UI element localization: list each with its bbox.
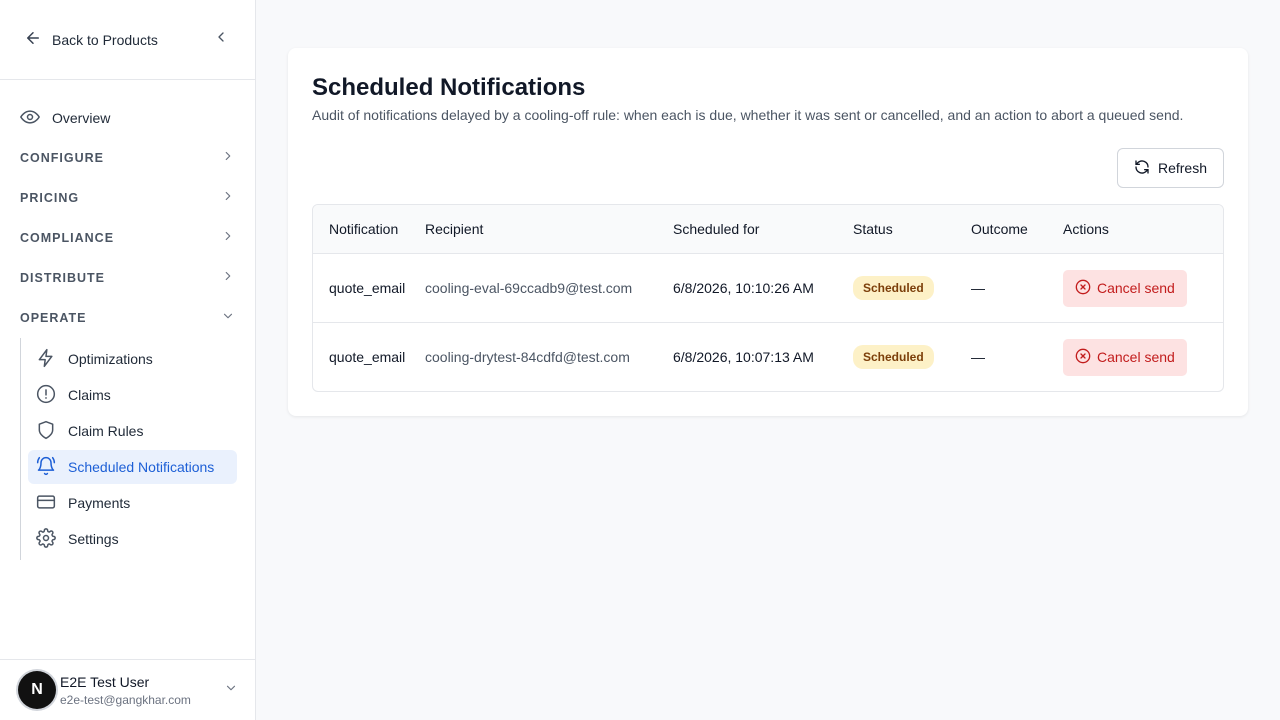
recipient-cell: cooling-eval-69ccadb9@test.com (425, 280, 633, 296)
sidebar-item-scheduled-notifications[interactable]: Scheduled Notifications (28, 450, 237, 484)
actions-cell: Cancel send (1063, 338, 1223, 376)
chevron-left-icon (213, 29, 229, 50)
sidebar-item-label: Payments (68, 495, 131, 511)
page-title: Scheduled Notifications (312, 74, 586, 101)
column-header: Outcome (971, 221, 1028, 237)
page-description: Audit of notifications delayed by a cool… (312, 107, 1184, 123)
bolt-icon (36, 348, 56, 371)
column-header: Scheduled for (673, 221, 760, 237)
shield-icon (36, 420, 56, 443)
sidebar-group-compliance[interactable]: COMPLIANCE (0, 218, 255, 258)
cancel-send-label: Cancel send (1097, 349, 1175, 365)
gear-icon (36, 527, 56, 551)
table-row: quote_email cooling-eval-69ccadb9@test.c… (313, 254, 1223, 323)
operate-submenu: Optimizations Claims Claim Rules Schedul… (20, 338, 237, 560)
cancel-send-button[interactable]: Cancel send (1063, 269, 1187, 307)
arrow-left-icon (24, 29, 42, 50)
cancel-send-label: Cancel send (1097, 280, 1175, 296)
chevron-right-icon (221, 269, 235, 288)
x-circle-icon (1075, 348, 1091, 367)
column-header: Actions (1063, 221, 1109, 237)
sidebar-group-label: DISTRIBUTE (20, 271, 105, 285)
table-row: quote_email cooling-drytest-84cdfd@test.… (313, 323, 1223, 391)
sidebar: Back to Products Overview CONFIGURE PRIC… (0, 0, 256, 720)
chevron-right-icon (221, 149, 235, 168)
collapse-sidebar-button[interactable] (211, 30, 231, 50)
recipient-cell: cooling-drytest-84cdfd@test.com (425, 349, 630, 365)
sidebar-group-label: CONFIGURE (20, 151, 104, 165)
user-menu[interactable]: N E2E Test User e2e-test@gangkhar.com (0, 659, 256, 720)
sidebar-item-label: Claims (68, 387, 111, 403)
eye-icon (20, 107, 40, 130)
actions-cell: Cancel send (1063, 269, 1223, 307)
outcome-cell: — (971, 349, 985, 365)
sidebar-item-settings[interactable]: Settings (28, 522, 237, 556)
x-circle-icon (1075, 279, 1091, 298)
sidebar-nav: Overview CONFIGURE PRICING COMPLIANCE DI… (0, 80, 255, 560)
back-to-products-link[interactable]: Back to Products (24, 29, 211, 50)
user-info: E2E Test User e2e-test@gangkhar.com (60, 674, 224, 707)
sidebar-group-label: PRICING (20, 191, 80, 205)
user-name: E2E Test User (60, 673, 150, 690)
notifications-table: Notification Recipient Scheduled for Sta… (312, 204, 1224, 392)
column-header: Status (853, 221, 893, 237)
chevron-down-icon (224, 681, 238, 700)
sidebar-item-claim-rules[interactable]: Claim Rules (28, 414, 237, 448)
refresh-button[interactable]: Refresh (1117, 148, 1224, 188)
status-cell: Scheduled (853, 345, 971, 369)
user-email: e2e-test@gangkhar.com (60, 692, 191, 707)
main-content: Scheduled Notifications Audit of notific… (256, 0, 1280, 720)
outcome-cell: — (971, 280, 985, 296)
sidebar-header: Back to Products (0, 0, 255, 80)
sidebar-item-optimizations[interactable]: Optimizations (28, 342, 237, 376)
sidebar-group-label: COMPLIANCE (20, 231, 115, 245)
sidebar-item-label: Claim Rules (68, 423, 144, 439)
column-header: Notification (329, 221, 399, 237)
refresh-label: Refresh (1157, 160, 1208, 176)
sidebar-item-label: Overview (52, 110, 111, 126)
avatar: N (18, 671, 56, 709)
chevron-down-icon (221, 309, 235, 328)
sidebar-group-pricing[interactable]: PRICING (0, 178, 255, 218)
sidebar-group-configure[interactable]: CONFIGURE (0, 138, 255, 178)
scheduled-notifications-card: Scheduled Notifications Audit of notific… (288, 48, 1248, 416)
status-badge: Scheduled (853, 276, 934, 300)
notification-cell: quote_email (329, 280, 406, 296)
column-header: Recipient (425, 221, 484, 237)
back-to-products-label: Back to Products (52, 31, 158, 48)
notification-cell: quote_email (329, 349, 406, 365)
credit-card-icon (36, 492, 56, 515)
alert-circle-icon (36, 384, 56, 407)
sidebar-group-distribute[interactable]: DISTRIBUTE (0, 258, 255, 298)
refresh-icon (1134, 159, 1150, 178)
sidebar-group-operate[interactable]: OPERATE (0, 298, 255, 338)
chevron-right-icon (221, 189, 235, 208)
scheduled-for-cell: 6/8/2026, 10:07:13 AM (673, 349, 814, 365)
sidebar-item-claims[interactable]: Claims (28, 378, 237, 412)
status-badge: Scheduled (853, 345, 934, 369)
sidebar-item-label: Scheduled Notifications (68, 459, 215, 475)
sidebar-item-payments[interactable]: Payments (28, 486, 237, 520)
sidebar-item-label: Optimizations (68, 351, 153, 367)
sidebar-item-overview[interactable]: Overview (0, 98, 255, 138)
bell-ring-icon (36, 456, 56, 479)
sidebar-group-label: OPERATE (20, 311, 87, 325)
sidebar-item-label: Settings (68, 531, 119, 547)
chevron-right-icon (221, 229, 235, 248)
table-header: Notification Recipient Scheduled for Sta… (313, 205, 1223, 254)
status-cell: Scheduled (853, 276, 971, 300)
cancel-send-button[interactable]: Cancel send (1063, 338, 1187, 376)
scheduled-for-cell: 6/8/2026, 10:10:26 AM (673, 280, 814, 296)
